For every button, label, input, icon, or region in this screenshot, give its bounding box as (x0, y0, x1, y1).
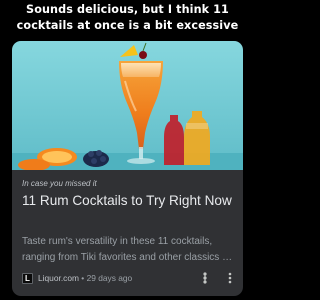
share-button[interactable] (198, 271, 212, 285)
source-favicon: L (22, 273, 33, 284)
caption-line-2: cocktails at once is a bit excessive (16, 19, 239, 32)
article-snippet: Taste rum's versatility in these 11 cock… (22, 236, 231, 263)
share-icon (203, 272, 207, 284)
article-title[interactable]: 11 Rum Cocktails to Try Right Now (22, 192, 237, 210)
source-name[interactable]: Liquor.com (38, 273, 79, 283)
more-options-button[interactable] (224, 271, 236, 285)
article-age: 29 days ago (86, 273, 133, 283)
caption-line-1: Sounds delicious, but I think 11 (26, 3, 229, 16)
more-vert-icon (228, 272, 232, 284)
card-eyebrow: In case you missed it (22, 179, 97, 188)
news-card[interactable]: In case you missed it 11 Rum Cocktails t… (12, 41, 243, 296)
card-footer: L Liquor.com • 29 days ago (22, 272, 237, 286)
cocktail-photo (12, 41, 243, 170)
meme-caption: Sounds delicious, but I think 11 cocktai… (0, 2, 255, 34)
source-separator: • (78, 273, 87, 283)
article-image[interactable] (12, 41, 243, 170)
source-line: Liquor.com • 29 days ago (38, 272, 132, 285)
